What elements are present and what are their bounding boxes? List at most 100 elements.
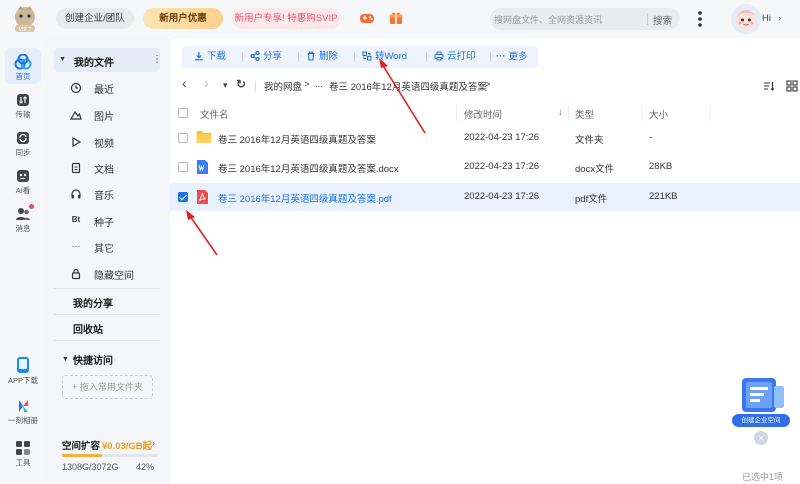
cloud-print-label: 云打印 <box>447 51 476 62</box>
column-header-type[interactable]: 类型 <box>575 107 594 121</box>
back-icon[interactable]: ‹ <box>182 75 187 91</box>
music-icon <box>71 189 81 199</box>
more-menu-icon[interactable] <box>690 7 710 31</box>
close-icon[interactable]: × <box>754 431 768 445</box>
create-enterprise-button[interactable]: 创建企业/团队 <box>56 8 134 29</box>
nav-divider <box>54 314 160 315</box>
breadcrumb-ellipsis[interactable]: ... <box>315 79 323 90</box>
rail-item-home[interactable]: 首页 <box>0 54 46 82</box>
search-button[interactable]: 搜索 <box>653 13 672 27</box>
convert-to-word-button[interactable]: 转Word <box>362 46 407 68</box>
column-header-name[interactable]: 文件名 <box>200 107 229 121</box>
download-button[interactable]: 下载 <box>194 46 226 68</box>
transfer-icon <box>17 94 29 106</box>
column-header-size[interactable]: 大小 <box>649 107 668 121</box>
new-user-offer-button[interactable]: 新用户优惠 <box>143 8 223 29</box>
storage-usage-bar <box>62 454 158 457</box>
nav-my-files[interactable]: ▼ 我的文件 ⋮ <box>54 48 162 72</box>
storage-usage-fill <box>62 454 103 457</box>
download-icon <box>195 52 203 61</box>
search-input[interactable]: 搜网盘文件、全网资源资讯 <box>494 13 602 26</box>
rail-item-app-download[interactable]: APP下载 <box>0 356 46 386</box>
refresh-icon[interactable]: ↻ <box>236 77 246 91</box>
cloud-print-button[interactable]: 云打印 <box>434 46 476 68</box>
table-row[interactable]: 卷三 2016年12月英语四级真题及答案.pdf 2022-04-23 17:2… <box>170 183 800 211</box>
rail-item-transfer[interactable]: 传输 <box>0 92 46 120</box>
gamepad-icon[interactable] <box>359 12 375 24</box>
breadcrumb-current[interactable]: 卷三 2016年12月英语四级真题及答案 <box>329 79 487 93</box>
share-label: 分享 <box>263 51 283 62</box>
breadcrumb-divider <box>255 81 256 92</box>
search-box[interactable]: 搜网盘文件、全网资源资讯 搜索 <box>490 8 680 30</box>
forward-icon[interactable]: › <box>204 75 209 91</box>
toolbar-divider <box>298 52 299 62</box>
row-checkbox[interactable] <box>178 133 188 143</box>
file-list-panel: 下载 分享 删除 转Word 云打印 ··· 更多 ‹ › ▾ ↻ 我的网盘 > … <box>170 38 800 484</box>
nav-item-label: 视频 <box>94 139 114 150</box>
delete-button[interactable]: 删除 <box>306 46 338 68</box>
home-icon <box>14 54 32 70</box>
user-greeting[interactable]: Hi <box>762 13 771 24</box>
word-doc-icon <box>197 160 208 174</box>
rail-item-label: 一刻相册 <box>8 416 38 425</box>
table-row[interactable]: 卷三 2016年12月英语四级真题及答案 2022-04-23 17:26 文件… <box>170 124 800 152</box>
grid-view-icon[interactable] <box>786 80 798 92</box>
svip-promo-button[interactable]: 新用户专享! 特惠购SVIP <box>232 8 340 29</box>
file-name[interactable]: 卷三 2016年12月英语四级真题及答案.pdf <box>218 191 392 205</box>
breadcrumb-root[interactable]: 我的网盘 <box>264 79 302 93</box>
image-icon <box>70 110 82 120</box>
sort-desc-icon[interactable]: ↓ <box>558 107 563 118</box>
rail-item-label: 首页 <box>15 72 31 81</box>
nav-my-share[interactable]: 我的分享 <box>73 295 113 310</box>
rail-item-sync[interactable]: 同步 <box>0 130 46 158</box>
column-divider <box>710 105 711 121</box>
file-modified: 2022-04-23 17:26 <box>464 132 540 143</box>
nav-item-label: 隐藏空间 <box>94 271 134 282</box>
trash-icon <box>307 52 315 62</box>
storage-expand-price[interactable]: ¥0.03/GB起 <box>102 438 152 452</box>
add-favorite-folder-dropzone[interactable]: + 拖入常用文件夹 <box>62 375 153 399</box>
storage-expand-title[interactable]: 空间扩容 <box>62 438 100 452</box>
nav-item-label: 音乐 <box>94 191 114 202</box>
caret-down-icon[interactable]: ▼ <box>62 356 69 363</box>
rail-item-tools[interactable]: 工具 <box>0 440 46 468</box>
rail-item-messages[interactable]: 消息 <box>0 206 46 234</box>
column-divider <box>456 105 457 121</box>
rail-item-album[interactable]: 一刻相册 <box>0 398 46 426</box>
share-button[interactable]: 分享 <box>250 46 282 68</box>
nav-more-icon[interactable]: ⋮ <box>152 54 162 65</box>
column-header-modified[interactable]: 修改时间 <box>464 107 502 121</box>
toolbar-divider <box>242 52 243 62</box>
rail-item-label: 同步 <box>15 148 31 157</box>
selection-status: 已选中1项 <box>742 472 784 482</box>
baidu-netdisk-logo[interactable]: VIP 7 <box>8 5 42 33</box>
file-name[interactable]: 卷三 2016年12月英语四级真题及答案 <box>218 132 376 146</box>
table-row[interactable]: 卷三 2016年12月英语四级真题及答案.docx 2022-04-23 17:… <box>170 153 800 181</box>
rail-item-label: AI看 <box>15 186 31 195</box>
svg-text:VIP 7: VIP 7 <box>19 27 32 33</box>
nav-quick-access[interactable]: 快捷访问 <box>73 352 113 367</box>
file-size: - <box>649 132 653 143</box>
chevron-right-icon[interactable]: › <box>152 438 155 448</box>
clock-icon <box>70 82 82 94</box>
history-dropdown-icon[interactable]: ▾ <box>223 80 228 91</box>
sort-icon[interactable] <box>763 80 775 92</box>
row-checkbox[interactable] <box>178 192 188 202</box>
printer-icon <box>434 51 444 61</box>
left-rail: 首页 传输 同步 AI看 消息 APP下载 一刻相册 工具 <box>0 38 46 484</box>
message-icon <box>16 208 30 220</box>
nav-recycle-bin[interactable]: 回收站 <box>73 321 103 336</box>
nav-divider <box>54 340 160 341</box>
select-all-checkbox[interactable] <box>178 108 188 118</box>
more-actions-button[interactable]: ··· 更多 <box>496 46 528 68</box>
row-checkbox[interactable] <box>178 162 188 172</box>
file-table-header: 文件名 修改时间 ↓ 类型 大小 <box>170 102 800 124</box>
user-menu-chevron-icon[interactable]: › <box>778 13 781 23</box>
gift-icon[interactable] <box>389 11 403 25</box>
create-enterprise-space-button[interactable]: 创建企业空间 <box>732 414 790 427</box>
file-name[interactable]: 卷三 2016年12月英语四级真题及答案.docx <box>218 161 399 175</box>
user-avatar[interactable] <box>729 3 763 35</box>
file-type: 文件夹 <box>575 135 604 146</box>
file-nav-sidebar: ▼ 我的文件 ⋮ 最近 图片 视频 文档 音乐 Bt 种子 ··· 其它 隐藏空… <box>46 38 168 484</box>
rail-item-ai[interactable]: AI看 <box>0 168 46 196</box>
